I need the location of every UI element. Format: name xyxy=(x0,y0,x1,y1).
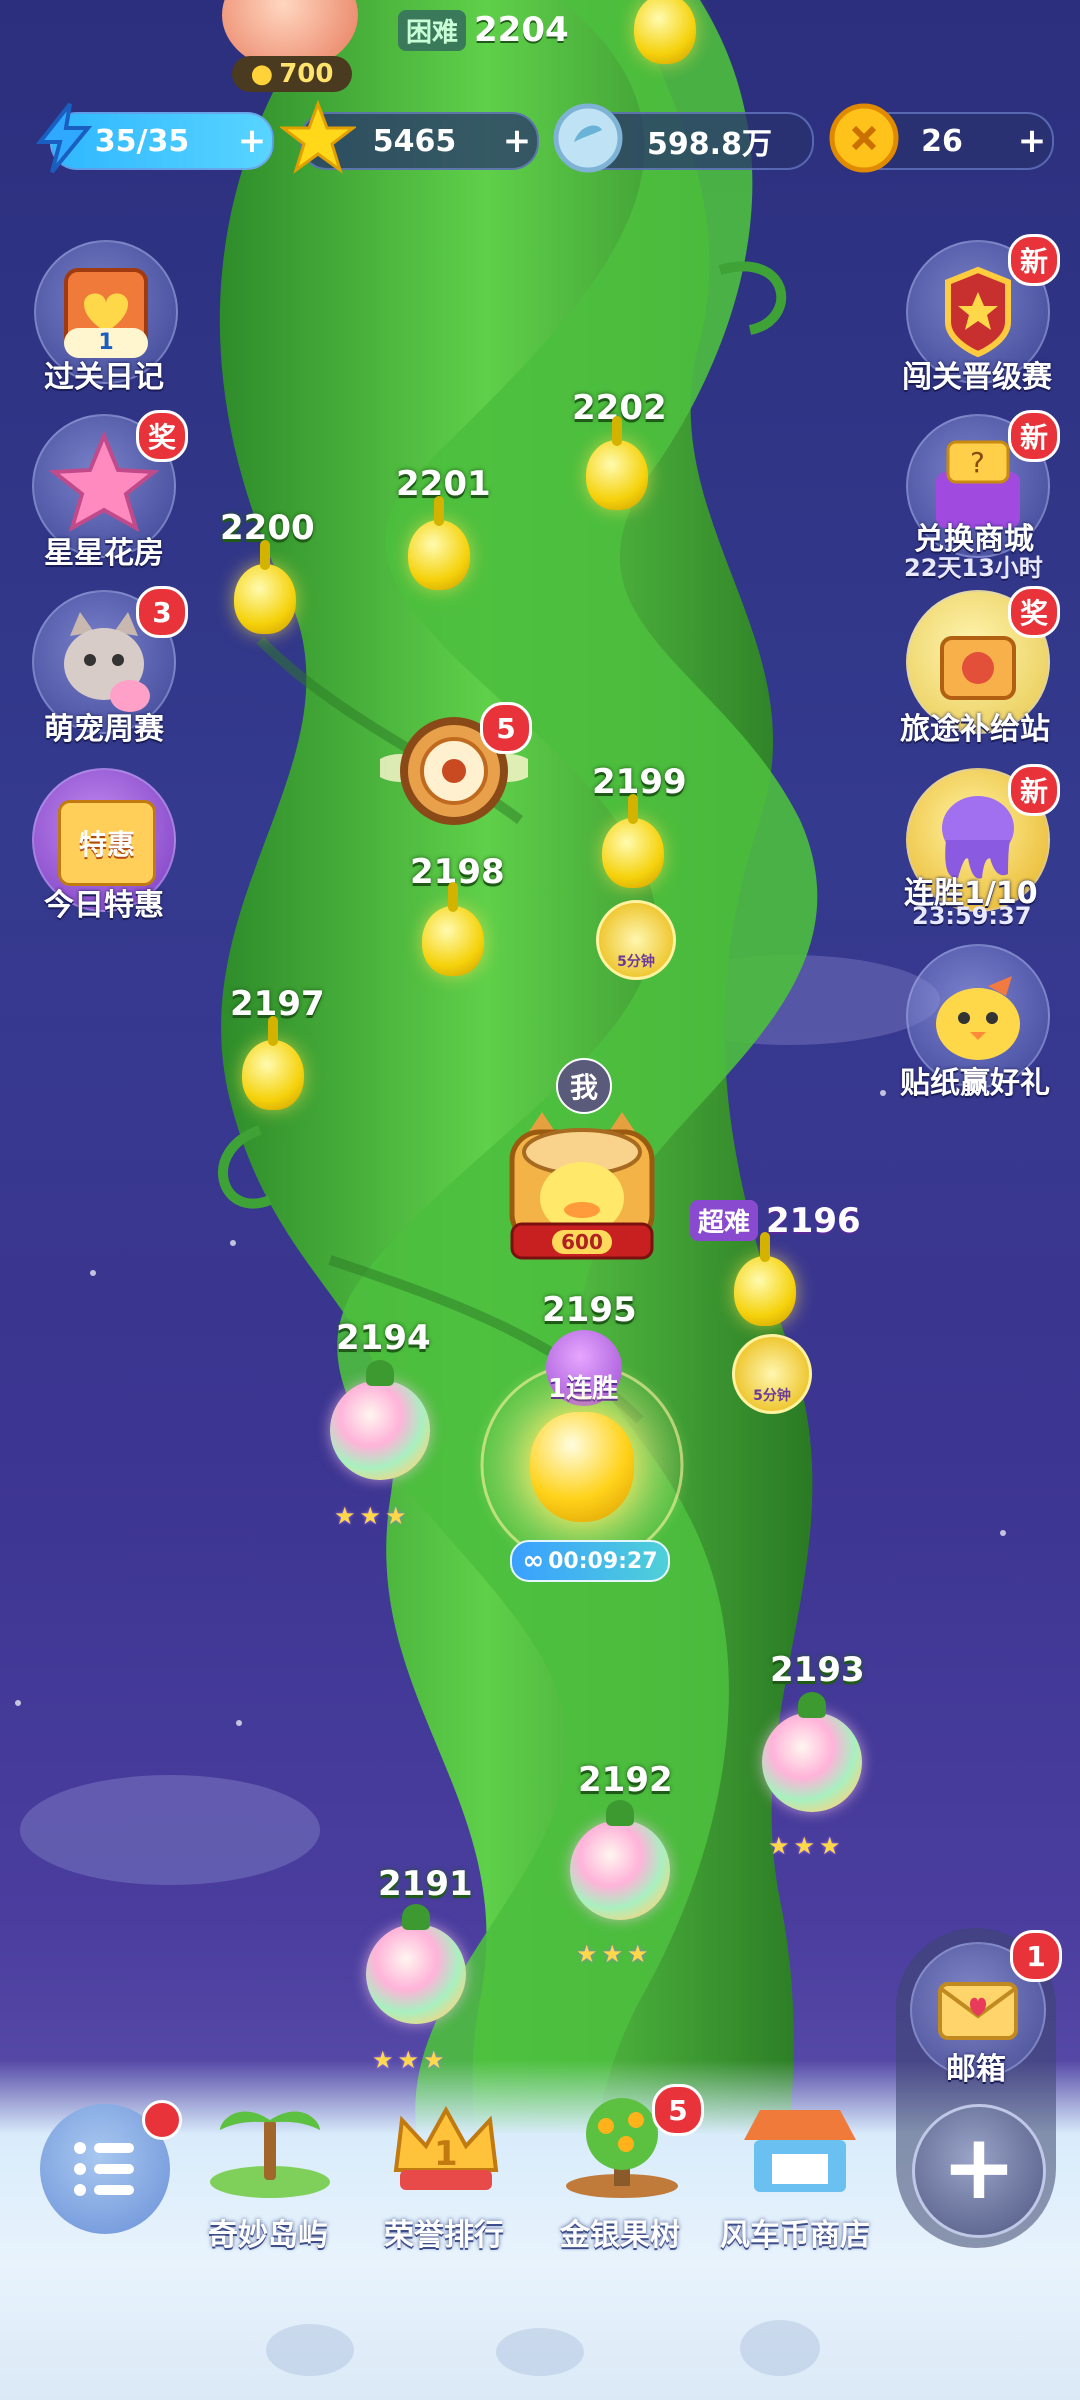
level-node-pod[interactable] xyxy=(734,1232,796,1326)
expand-plus-button[interactable]: + xyxy=(912,2104,1046,2238)
nav-label: 金银果树 xyxy=(560,2218,680,2253)
menu-notification-dot xyxy=(142,2100,182,2140)
side-label: 星星花房 xyxy=(44,536,164,571)
level-stars: ★★★ xyxy=(768,1832,845,1860)
level-node-pod[interactable] xyxy=(242,1016,304,1110)
lucky-wheel-button[interactable]: 5 xyxy=(374,702,534,830)
side-badge: 新 xyxy=(1008,764,1060,816)
side-label: 过关日记 xyxy=(44,360,164,395)
level-2196-label: 超难 2196 xyxy=(690,1200,861,1241)
difficulty-tag: 困难 xyxy=(398,9,467,51)
side-label: 贴纸赢好礼 xyxy=(900,1066,1050,1101)
shop-stall-icon xyxy=(744,2110,856,2192)
decorative-silhouettes xyxy=(250,2300,850,2380)
plus-icon: + xyxy=(941,2114,1017,2220)
sparkle xyxy=(15,1700,21,1706)
windmill-coin-icon xyxy=(550,100,626,176)
player-avatar[interactable]: 600 xyxy=(502,1112,662,1262)
side-badge: 奖 xyxy=(136,410,188,462)
avatar-coins-value: 600 xyxy=(561,1230,603,1254)
level-timer: ∞ 00:09:27 xyxy=(510,1540,670,1582)
next-level-cost: ● 700 xyxy=(232,56,352,92)
deal-shop-icon: 特惠 xyxy=(58,800,156,886)
side-sub-label: 22天13小时 xyxy=(904,554,1043,582)
nav-island[interactable]: 奇妙岛屿 xyxy=(200,2090,340,2253)
level-node-fruit[interactable] xyxy=(570,1800,670,1920)
level-node-fruit[interactable] xyxy=(366,1904,466,2024)
star-plus-button[interactable]: + xyxy=(497,121,537,161)
side-label: 旅途补给站 xyxy=(900,712,1050,747)
sparkle xyxy=(230,1240,236,1246)
coin-icon: ● xyxy=(250,59,274,89)
wheel-badge: 5 xyxy=(480,702,532,754)
level-node-pod[interactable] xyxy=(234,540,296,634)
boost-label: 5分钟 xyxy=(753,1388,791,1404)
side-label: 闯关晋级赛 xyxy=(902,360,1052,395)
level-label: 2194 xyxy=(336,1318,431,1358)
level-node-pod[interactable] xyxy=(586,416,648,510)
level-label: 2196 xyxy=(766,1200,861,1241)
mailbox-label: 邮箱 xyxy=(946,2052,1006,2087)
streak-label: 1连胜 xyxy=(548,1374,619,1404)
avatar-coins: 600 xyxy=(552,1230,612,1254)
level-node-pod[interactable] xyxy=(602,794,664,888)
svg-text:?: ? xyxy=(970,446,985,479)
lightning-icon xyxy=(26,100,102,176)
level-label: 2191 xyxy=(378,1864,473,1904)
level-label: 2195 xyxy=(542,1290,637,1330)
next-level-number: 2204 xyxy=(474,10,569,50)
level-node-pod[interactable] xyxy=(408,496,470,590)
nav-windmill-shop[interactable]: 风车币商店 xyxy=(720,2090,880,2253)
nav-label: 奇妙岛屿 xyxy=(208,2218,328,2253)
side-label: 今日特惠 xyxy=(44,888,164,923)
infinity-icon: ∞ xyxy=(522,1546,545,1576)
palm-island-icon xyxy=(210,2111,330,2198)
level-node-fruit[interactable] xyxy=(330,1360,430,1480)
nav-ranking[interactable]: 1 荣誉排行 xyxy=(376,2090,516,2253)
level-node-fruit[interactable] xyxy=(762,1692,862,1812)
sparkle xyxy=(90,1270,96,1276)
coin-plus-button[interactable]: + xyxy=(1012,121,1052,161)
side-label: 萌宠周赛 xyxy=(44,712,164,747)
side-badge: 奖 xyxy=(1008,586,1060,638)
boost-label: 5分钟 xyxy=(617,954,655,970)
current-level-pod[interactable] xyxy=(530,1412,634,1522)
sparkle xyxy=(236,1720,242,1726)
timer-value: 00:09:27 xyxy=(548,1548,658,1574)
boost-5min-icon: 5分钟 xyxy=(596,900,676,980)
nav-label: 风车币商店 xyxy=(720,2218,870,2253)
deal-tag: 特惠 xyxy=(78,828,135,861)
level-label: 2193 xyxy=(770,1650,865,1690)
next-level-difficulty: 困难 2204 xyxy=(398,9,569,51)
rank-number: 1 xyxy=(434,2134,458,2174)
boost-5min-icon: 5分钟 xyxy=(732,1334,812,1414)
nav-label: 荣誉排行 xyxy=(384,2218,504,2253)
sparkle xyxy=(880,1090,886,1096)
level-label: 2199 xyxy=(592,762,687,802)
level-node-2204-pod[interactable] xyxy=(634,0,696,64)
nav-fruit-tree[interactable]: 5 金银果树 xyxy=(552,2084,704,2253)
side-sub-label: 23:59:37 xyxy=(912,902,1032,930)
side-badge: 新 xyxy=(1008,410,1060,462)
level-node-pod[interactable] xyxy=(422,882,484,976)
level-stars: ★★★ xyxy=(334,1502,411,1530)
side-badge: 新 xyxy=(1008,234,1060,286)
player-marker: 我 xyxy=(556,1058,612,1114)
star-icon xyxy=(278,99,358,176)
next-level-cost-value: 700 xyxy=(279,59,334,89)
level-stars: ★★★ xyxy=(576,1940,653,1968)
player-marker-label: 我 xyxy=(569,1071,598,1104)
mailbox-badge: 1 xyxy=(1010,1930,1062,1982)
sparkle xyxy=(1000,1530,1006,1536)
side-badge: 3 xyxy=(136,586,188,638)
gold-coin-icon xyxy=(826,100,902,176)
super-hard-tag: 超难 xyxy=(690,1200,759,1241)
nav-badge: 5 xyxy=(652,2084,704,2136)
level-label: 2192 xyxy=(578,1760,673,1800)
energy-plus-button[interactable]: + xyxy=(232,121,272,161)
